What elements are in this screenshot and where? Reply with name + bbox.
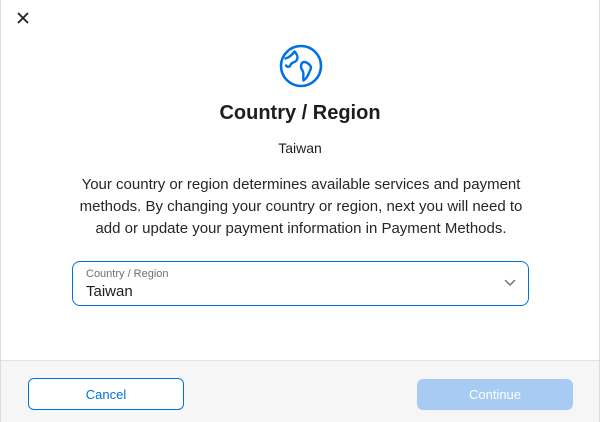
close-icon[interactable] bbox=[17, 12, 29, 24]
dialog-description: Your country or region determines availa… bbox=[79, 176, 523, 237]
current-region: Taiwan bbox=[278, 140, 322, 156]
select-value: Taiwan bbox=[86, 283, 133, 300]
close-button[interactable] bbox=[14, 9, 32, 27]
dialog-footer: Cancel Continue bbox=[1, 360, 599, 422]
chevron-down-icon[interactable] bbox=[504, 279, 516, 287]
country-region-dialog: Country / Region Taiwan Your country or … bbox=[0, 0, 600, 422]
select-label: Country / Region bbox=[86, 268, 169, 280]
country-region-select[interactable]: Country / Region Taiwan bbox=[72, 261, 529, 306]
globe-icon bbox=[279, 44, 323, 88]
continue-button[interactable]: Continue bbox=[417, 379, 573, 410]
dialog-title: Country / Region bbox=[219, 102, 381, 124]
cancel-button[interactable]: Cancel bbox=[28, 378, 184, 410]
